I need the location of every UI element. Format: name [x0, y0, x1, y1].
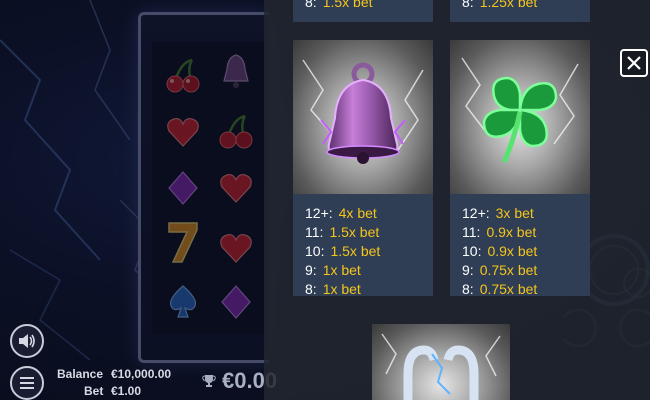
pay-value: 0.75x bet — [479, 281, 538, 297]
pay-count: 11: — [305, 224, 324, 240]
pay-count: 8: — [305, 0, 317, 10]
pay-row: 8: 1x bet — [305, 280, 430, 299]
pay-value: 1.5x bet — [329, 224, 380, 240]
pay-row: 10: 1.5x bet — [305, 242, 430, 261]
paytable-card-horseshoe — [372, 324, 510, 400]
paytable-card-partial: 8: 1.5x bet — [293, 0, 433, 22]
bet-label: Bet — [84, 384, 104, 398]
horseshoe-icon — [381, 333, 501, 400]
balance-value: €10,000.00 — [111, 367, 172, 381]
symbol-art — [450, 40, 590, 194]
pay-value: 4x bet — [338, 205, 377, 221]
pay-row: 11: 0.9x bet — [462, 223, 587, 242]
pay-row: 12+: 3x bet — [462, 204, 587, 223]
pay-row: 8: 0.75x bet — [462, 280, 587, 299]
balance-label: Balance — [57, 367, 104, 381]
pay-row: 8: 1.5x bet — [305, 0, 373, 12]
pay-row: 12+: 4x bet — [305, 204, 430, 223]
pay-value: 1.25x bet — [479, 0, 538, 10]
pay-value: 1.5x bet — [322, 0, 373, 10]
symbol-art — [293, 40, 433, 194]
paytable-card-clover: 12+: 3x bet 11: 0.9x bet 10: 0.9x bet 9: 0.7… — [450, 40, 590, 299]
pay-row: 9: 0.75x bet — [462, 261, 587, 280]
pay-count: 8: — [462, 0, 474, 10]
sound-button[interactable] — [10, 324, 44, 358]
game-screen: Balance €10,000.00 Bet €1.00 €0.00 8: 1.5… — [0, 0, 650, 400]
pay-value: 3x bet — [495, 205, 534, 221]
pay-value: 0.9x bet — [486, 224, 537, 240]
pay-row: 8: 1.25x bet — [462, 0, 537, 12]
pay-list: 12+: 4x bet 11: 1.5x bet 10: 1.5x bet 9: 1x … — [305, 204, 430, 299]
pay-count: 9: — [462, 262, 474, 278]
pay-count: 8: — [462, 281, 474, 297]
four-leaf-clover-icon — [461, 57, 579, 164]
bet-value: €1.00 — [111, 384, 142, 398]
speaker-icon — [19, 334, 35, 348]
pay-count: 12+: — [462, 205, 490, 221]
close-button[interactable] — [620, 49, 648, 77]
pay-row: 9: 1x bet — [305, 261, 430, 280]
pay-count: 11: — [462, 224, 481, 240]
paytable-card-partial: 8: 1.25x bet — [450, 0, 590, 22]
pay-value: 0.9x bet — [487, 243, 538, 259]
pay-value: 1.5x bet — [330, 243, 381, 259]
pay-value: 1x bet — [322, 262, 361, 278]
pay-row: 11: 1.5x bet — [305, 223, 430, 242]
paytable-card-bell: 12+: 4x bet 11: 1.5x bet 10: 1.5x bet 9: 1x … — [293, 40, 433, 299]
bell-icon — [302, 59, 424, 164]
menu-button[interactable] — [10, 366, 44, 400]
pay-count: 10: — [305, 243, 325, 259]
pay-count: 9: — [305, 262, 317, 278]
pay-list: 12+: 3x bet 11: 0.9x bet 10: 0.9x bet 9: 0.7… — [462, 204, 587, 299]
pay-count: 8: — [305, 281, 317, 297]
close-icon — [627, 56, 641, 70]
pay-count: 12+: — [305, 205, 333, 221]
trophy-icon — [202, 375, 216, 387]
pay-count: 10: — [462, 243, 482, 259]
pay-row: 10: 0.9x bet — [462, 242, 587, 261]
pay-value: 0.75x bet — [479, 262, 538, 278]
hamburger-icon — [20, 377, 34, 389]
pay-value: 1x bet — [322, 281, 361, 297]
